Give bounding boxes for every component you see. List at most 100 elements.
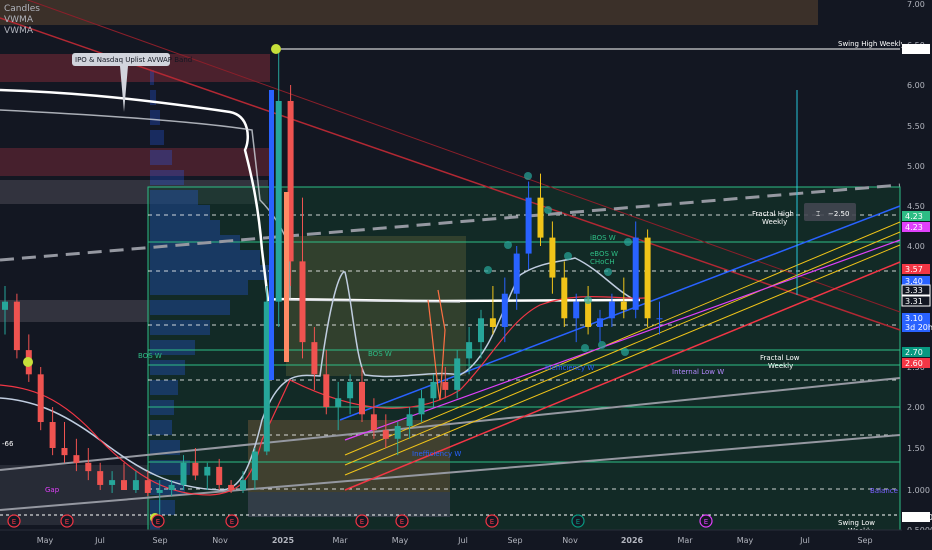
rejection-candle[interactable] [284,192,289,362]
volume-profile-bar [150,190,198,205]
price-tag-value: 3d 20h [905,323,932,332]
time-axis-tick: May [737,536,754,545]
candle-body[interactable] [359,381,365,415]
volume-profile-bar [150,170,184,185]
candle-body[interactable] [370,414,377,431]
candle-body[interactable] [478,318,484,343]
candle-body[interactable] [585,301,592,327]
candle-body[interactable] [228,484,235,490]
candle-body[interactable] [418,398,425,415]
fractal-dot [584,296,592,304]
candle-body[interactable] [406,414,413,427]
candle-body[interactable] [537,197,544,238]
candle-body[interactable] [97,471,104,485]
candle-body[interactable] [549,237,556,278]
candle-body[interactable] [299,261,306,343]
candle-body[interactable] [121,480,127,490]
candle-body[interactable] [144,480,151,493]
candle-body[interactable] [513,253,520,294]
candle-body[interactable] [501,293,508,327]
candle-body[interactable] [251,451,258,481]
time-axis-tick: May [37,536,54,545]
candle-body[interactable] [85,462,92,472]
supply-zone-red-2 [0,148,270,176]
pivot-dot[interactable] [271,44,281,54]
indicator-label[interactable]: VWMA [4,26,40,37]
measure-value: −2.50 [828,210,849,218]
candle-body[interactable] [311,342,318,375]
time-axis-tick: Nov [212,536,228,545]
earnings-marker-label: E [576,518,580,526]
candle-body[interactable] [192,462,199,476]
candle-body[interactable] [180,462,187,485]
price-tag-value: 2.60 [905,359,923,368]
candle-body[interactable] [394,426,401,439]
price-axis-tick: 2.00 [907,403,925,412]
volume-profile-bar [150,500,175,515]
price-tag-value: 0.6400 [905,513,932,522]
candle-body[interactable] [632,237,639,310]
supply-zone-top [0,0,818,25]
price-chart[interactable]: Swing High Weekly IPO & Nasdaq Uplist AVW… [0,0,932,550]
candle-body[interactable] [109,480,116,485]
candle-body[interactable] [263,301,270,452]
candle-body[interactable] [347,381,354,399]
indicator-label[interactable]: VWMA [4,15,40,26]
time-axis-tick: Mar [677,536,693,545]
candle-body[interactable] [13,301,20,351]
price-axis-tick: 4.00 [907,242,925,251]
candle-body[interactable] [275,100,282,302]
volume-profile-bar [150,150,172,165]
price-axis-tick: 7.00 [907,0,925,9]
time-axis-tick: 2026 [621,536,644,545]
indicator-label[interactable]: Candles [4,4,40,15]
price-axis-tick: 6.00 [907,81,925,90]
pivot-dot[interactable] [23,357,33,367]
candle-body[interactable] [73,455,80,463]
volume-profile-bar [150,110,160,125]
time-axis-tick: May [392,536,409,545]
candle-body[interactable] [156,490,163,493]
breakout-candle[interactable] [269,90,274,380]
time-axis-tick: Sep [857,536,872,545]
price-tag-value: 6.43 [905,45,923,54]
internal-low-label: Internal Low W [672,368,724,376]
candle-body[interactable] [335,398,342,407]
candle-body[interactable] [204,466,211,476]
candle-body[interactable] [442,381,449,390]
candle-body[interactable] [597,318,603,327]
candle-body[interactable] [49,422,56,448]
earnings-marker-label: E [156,518,160,526]
candle-body[interactable] [168,484,175,490]
candle-body[interactable] [454,358,461,390]
fractal-dot [621,348,629,356]
time-axis-tick: Nov [562,536,578,545]
candle-body[interactable] [61,448,68,456]
volume-profile-bar [150,320,210,335]
candle-body[interactable] [382,430,389,439]
fractal-dot [544,206,552,214]
candle-body[interactable] [608,301,615,319]
fractal-dot [564,252,572,260]
grey-zone-3 [0,465,150,525]
price-axis-tick: 5.50 [907,122,925,131]
candle-body[interactable] [573,301,580,319]
candle-body[interactable] [37,374,44,423]
candle-body[interactable] [656,318,663,320]
chart-canvas[interactable]: Swing High Weekly IPO & Nasdaq Uplist AVW… [0,0,932,550]
candle-body[interactable] [466,342,473,359]
candle-body[interactable] [525,197,532,254]
candle-body[interactable] [216,466,223,485]
candle-body[interactable] [561,277,568,319]
time-axis-tick: Mar [332,536,348,545]
price-tag-value: 4.23 [905,212,923,221]
candle-body[interactable] [2,301,8,310]
candle-body[interactable] [489,318,496,327]
candle-body[interactable] [644,237,651,319]
candle-body[interactable] [430,381,437,399]
candle-body[interactable] [323,374,330,407]
candle-body[interactable] [240,480,246,490]
price-tag-value: 3.33 [905,286,923,295]
candle-body[interactable] [620,301,627,310]
candle-body[interactable] [132,480,139,490]
